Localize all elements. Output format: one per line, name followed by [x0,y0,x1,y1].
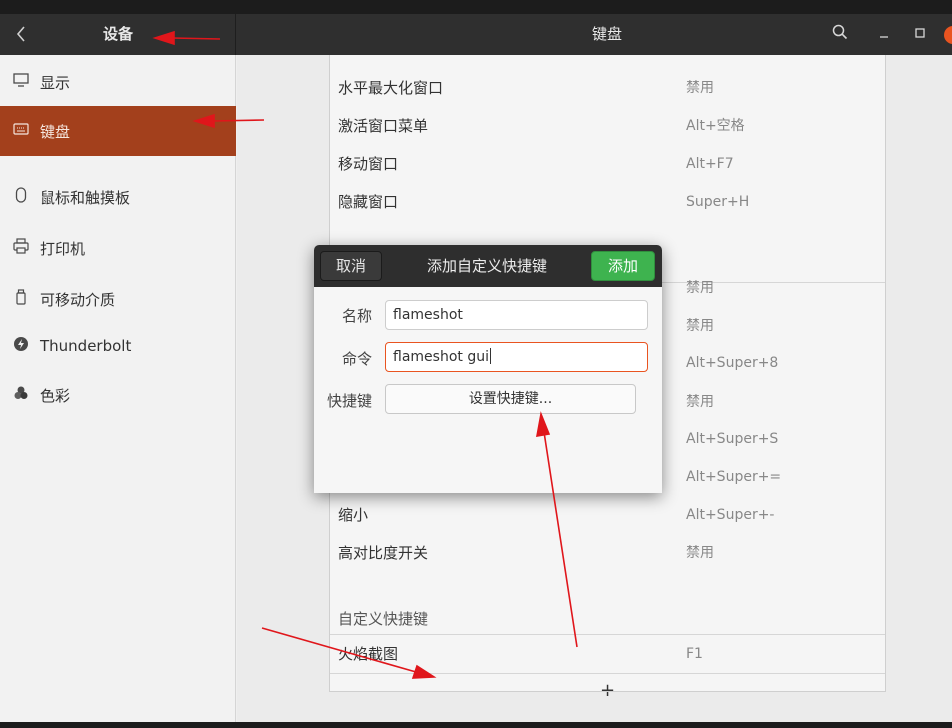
command-field[interactable]: flameshot gui [385,342,648,372]
panel-title: 设备 [102,25,133,43]
shortcut-value: 禁用 [686,394,714,410]
mouse-icon [11,187,31,207]
search-icon [832,24,848,40]
dialog-header: 取消 添加自定义快捷键 添加 [314,245,662,287]
shortcut-value: 禁用 [686,80,714,96]
add-shortcut-dialog: 取消 添加自定义快捷键 添加 名称 flameshot 命令 flameshot… [314,245,662,493]
shortcut-value: Alt+Super+= [686,469,782,485]
shortcut-value: F1 [686,646,703,662]
sidebar-item-label: 显示 [40,73,71,92]
shortcut-name: 移动窗口 [338,155,399,173]
header-left: 设备 [0,14,236,55]
shortcut-value: Alt+F7 [686,156,734,172]
add-button[interactable]: 添加 [591,251,655,281]
table-row[interactable] [330,39,885,63]
dialog-title: 添加自定义快捷键 [426,257,547,275]
sidebar-item-label: Thunderbolt [40,337,132,355]
command-label: 命令 [341,350,372,368]
name-field[interactable]: flameshot [385,300,648,330]
maximize-icon [915,28,925,38]
table-row[interactable]: 激活窗口菜单 Alt+空格 [330,107,885,145]
table-row[interactable]: 高对比度开关 禁用 [330,534,885,572]
shortcut-name: 水平最大化窗口 [338,79,444,97]
sidebar: 显示 键盘 鼠标和触摸板 打印机 可移动介质 Thunderbolt 色彩 [0,55,236,722]
display-icon [11,73,31,91]
table-row[interactable]: 隐藏窗口 Super+H [330,183,885,221]
shortcut-value: 禁用 [686,545,714,561]
custom-shortcuts-heading: 自定义快捷键 [338,610,429,628]
top-panel [0,0,952,14]
sidebar-item-mouse[interactable]: 鼠标和触摸板 [0,175,236,219]
printer-icon [11,238,31,258]
cancel-button[interactable]: 取消 [320,251,382,281]
shortcut-value: Alt+Super+- [686,507,775,523]
maximize-button[interactable] [910,24,930,44]
text-caret [489,348,491,364]
shortcut-name: 激活窗口菜单 [338,117,429,135]
sidebar-item-label: 鼠标和触摸板 [40,188,131,207]
sidebar-item-display[interactable]: 显示 [0,60,236,104]
keyboard-icon [11,123,31,139]
sidebar-item-color[interactable]: 色彩 [0,373,236,417]
shortcut-name: 火焰截图 [338,645,399,663]
name-field-value: flameshot [393,307,463,323]
shortcut-value: Alt+Super+S [686,431,779,447]
bottom-panel [0,722,952,728]
sidebar-item-label: 可移动介质 [40,290,116,309]
sidebar-item-thunderbolt[interactable]: Thunderbolt [0,324,236,368]
sidebar-item-label: 打印机 [40,239,86,258]
shortcut-label: 快捷键 [326,392,372,410]
sidebar-item-keyboard[interactable]: 键盘 [0,106,236,156]
shortcut-value: Super+H [686,194,750,210]
custom-shortcut-row[interactable]: 火焰截图 F1 [330,635,885,673]
name-label: 名称 [341,307,372,325]
set-shortcut-button[interactable]: 设置快捷键... [385,384,636,414]
sidebar-item-printer[interactable]: 打印机 [0,226,236,270]
list-bottom-border [329,691,886,692]
shortcut-name: 缩小 [338,506,369,524]
sidebar-item-label: 键盘 [40,122,71,141]
shortcut-value: 禁用 [686,280,714,296]
shortcut-value: Alt+Super+8 [686,355,779,371]
minimize-icon [880,36,888,38]
shortcut-value: 禁用 [686,318,714,334]
table-row[interactable]: 移动窗口 Alt+F7 [330,145,885,183]
shortcut-name: 隐藏窗口 [338,193,399,211]
sidebar-item-label: 色彩 [40,386,71,405]
sidebar-item-removable-media[interactable]: 可移动介质 [0,277,236,321]
command-field-value: flameshot gui [393,349,489,365]
shortcut-name: 高对比度开关 [338,544,429,562]
thunderbolt-icon [11,336,31,356]
color-icon [11,385,31,405]
table-row[interactable]: 水平最大化窗口 禁用 [330,69,885,107]
removable-media-icon [11,289,31,309]
shortcut-value: Alt+空格 [686,118,745,134]
table-row[interactable]: 缩小 Alt+Super+- [330,496,885,534]
